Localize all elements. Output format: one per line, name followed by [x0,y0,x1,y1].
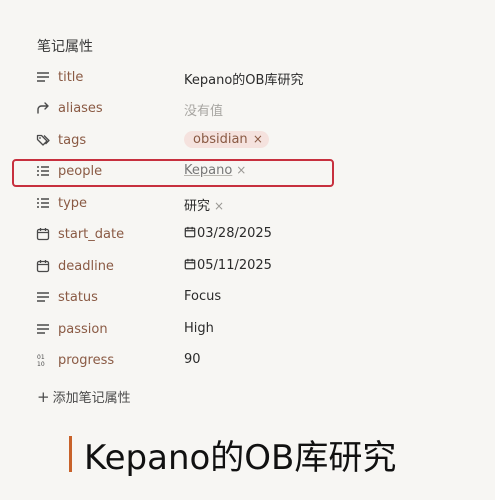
calendar-icon [36,259,50,273]
type-value[interactable]: 研究 [184,199,210,214]
property-key[interactable]: tags [58,133,86,148]
caption-accent-bar [69,436,72,472]
property-row-progress[interactable]: 01 10 progress 90 [0,346,495,377]
tag-pill[interactable]: obsidian × [184,131,269,148]
date-picker-icon[interactable] [184,226,196,238]
property-row-tags[interactable]: tags obsidian × [0,126,495,157]
property-key[interactable]: progress [58,353,114,368]
property-key[interactable]: passion [58,322,108,337]
property-row-aliases[interactable]: aliases 没有值 [0,94,495,125]
remove-tag-icon[interactable]: × [253,132,263,146]
property-value-placeholder[interactable]: 没有值 [184,100,223,119]
property-row-deadline[interactable]: deadline 05/11/2025 [0,252,495,283]
section-title: 笔记属性 [37,39,93,55]
property-value: 研究 × [184,195,224,214]
list-icon [36,70,50,84]
property-value[interactable]: 05/11/2025 [184,258,272,273]
list-bullets-icon [36,196,50,210]
date-value: 05/11/2025 [197,258,272,273]
forward-arrow-icon [36,101,50,115]
plus-icon: + [37,388,50,406]
property-key[interactable]: status [58,290,98,305]
list-icon [36,290,50,304]
date-picker-icon[interactable] [184,258,196,270]
property-key[interactable]: title [58,70,83,85]
property-row-passion[interactable]: passion High [0,315,495,346]
highlight-annotation-box [12,159,334,187]
property-key[interactable]: type [58,196,87,211]
add-property-button[interactable]: + 添加笔记属性 [37,387,131,406]
property-key[interactable]: start_date [58,227,124,242]
property-row-status[interactable]: status Focus [0,283,495,314]
property-value[interactable]: 03/28/2025 [184,226,272,241]
property-row-start-date[interactable]: start_date 03/28/2025 [0,220,495,251]
add-property-label: 添加笔记属性 [52,391,131,406]
number-icon: 01 10 [36,353,50,367]
tags-icon [36,133,50,147]
list-icon [36,322,50,336]
property-value[interactable]: Focus [184,289,221,304]
remove-value-icon[interactable]: × [214,199,224,213]
svg-text:01: 01 [37,354,45,361]
caption-title: Kepano的OB库研究 [84,438,397,478]
calendar-icon [36,227,50,241]
property-row-type[interactable]: type 研究 × [0,189,495,220]
date-value: 03/28/2025 [197,226,272,241]
property-value: obsidian × [184,131,269,148]
property-key[interactable]: aliases [58,101,103,116]
property-key[interactable]: deadline [58,259,114,274]
properties-panel: 笔记属性 title Kepano的OB库研究 aliases 没有值 tags… [0,0,495,420]
property-value[interactable]: Kepano的OB库研究 [184,69,303,88]
property-value[interactable]: 90 [184,352,201,367]
tag-label: obsidian [193,132,248,147]
svg-text:10: 10 [37,361,45,367]
property-row-title[interactable]: title Kepano的OB库研究 [0,63,495,94]
property-value[interactable]: High [184,321,214,336]
